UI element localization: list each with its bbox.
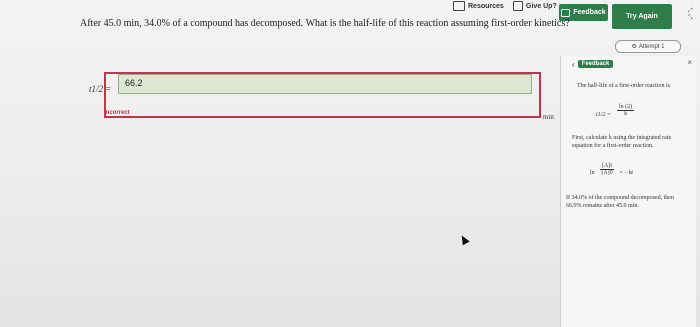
feedback-line-2: First, calculate k using the integrated … bbox=[572, 135, 672, 149]
question-text: After 45.0 min, 34.0% of a compound has … bbox=[80, 18, 570, 29]
give-up-icon bbox=[513, 1, 523, 11]
try-again-button[interactable]: Try Again bbox=[612, 4, 672, 29]
incorrect-badge: Incorrect bbox=[104, 110, 130, 116]
resources-icon bbox=[453, 1, 465, 11]
equation-1-numerator: ln (2) bbox=[617, 104, 635, 111]
equation-2-fraction: [A]t [A]0 bbox=[600, 163, 614, 176]
feedback-line-1: The half-life of a first-order reaction … bbox=[577, 83, 670, 89]
answer-input[interactable]: 66.2 bbox=[118, 74, 532, 94]
give-up-link[interactable]: Give Up? bbox=[513, 1, 557, 11]
equation-2-ln: ln bbox=[590, 170, 595, 176]
feedback-panel-header: ‹ Feedback × bbox=[560, 57, 695, 71]
give-up-label: Give Up? bbox=[526, 2, 557, 10]
attempt-badge: ⚙ Attempt 1 bbox=[615, 40, 681, 53]
resources-link[interactable]: Resources bbox=[453, 1, 504, 11]
resources-label: Resources bbox=[468, 2, 504, 10]
gear-icon: ⚙ bbox=[631, 44, 637, 50]
feedback-button-label: Feedback bbox=[573, 9, 606, 16]
equation-1-denominator: k bbox=[624, 111, 628, 117]
attempt-label: Attempt 1 bbox=[638, 43, 665, 50]
equation-2-numerator: [A]t bbox=[600, 163, 614, 170]
feedback-panel-title: Feedback bbox=[577, 60, 614, 68]
expand-icon[interactable]: ⤢ ⤡ bbox=[688, 8, 693, 22]
unit-label: min bbox=[543, 113, 554, 121]
feedback-line-3: If 34.0% of the compound decomposed, the… bbox=[566, 195, 674, 209]
close-icon[interactable]: × bbox=[687, 58, 692, 67]
feedback-panel bbox=[560, 56, 696, 327]
equation-2-rhs: = −kt bbox=[619, 170, 633, 176]
chevron-left-icon[interactable]: ‹ bbox=[572, 60, 575, 69]
feedback-icon bbox=[561, 8, 571, 17]
try-again-label: Try Again bbox=[626, 13, 658, 20]
equation-1-lhs: t1/2 = bbox=[596, 112, 611, 118]
equation-2-denominator: [A]0 bbox=[601, 170, 613, 176]
equation-1-fraction: ln (2) k bbox=[617, 104, 635, 117]
